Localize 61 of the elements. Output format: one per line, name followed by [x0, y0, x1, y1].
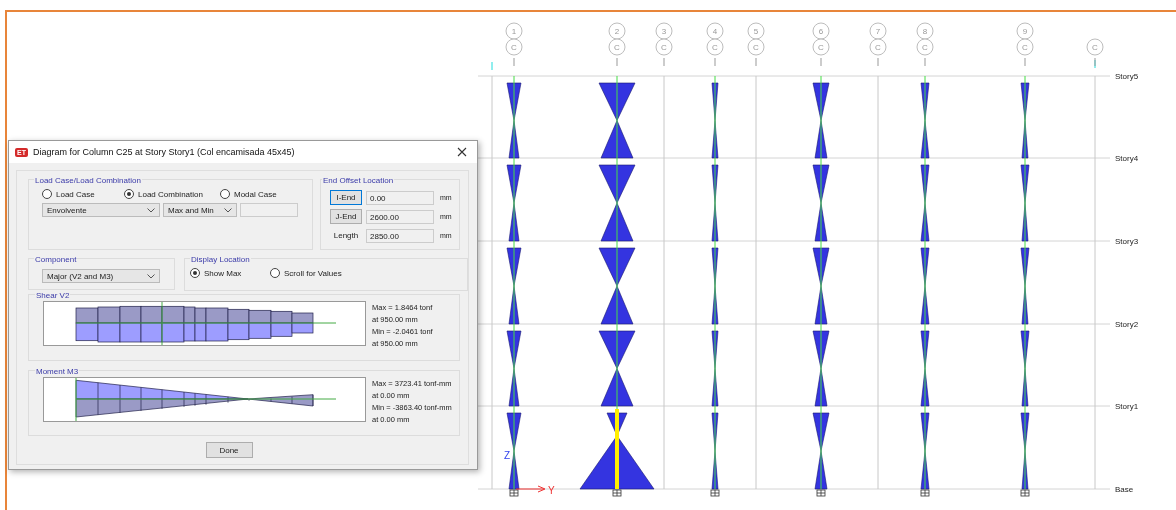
caret-icon [147, 273, 155, 279]
story-label: Story5 [1115, 72, 1139, 81]
story-label: Story4 [1115, 154, 1139, 163]
group-title: End Offset Location [322, 176, 395, 185]
close-icon[interactable] [457, 147, 467, 157]
story-label: Base [1115, 485, 1134, 494]
support-icon [612, 489, 622, 497]
radio-option[interactable]: Load Combination [124, 189, 220, 199]
grid-bubble: C [869, 38, 887, 56]
story-label: Story2 [1115, 320, 1139, 329]
grid-bubble: C [608, 38, 626, 56]
input-field[interactable]: 2850.00 [366, 228, 434, 243]
group-title: Shear V2 [35, 291, 71, 300]
input-field[interactable]: 2600.00 [366, 209, 434, 224]
radio-option[interactable]: Show Max [190, 268, 270, 278]
axis-label: Y [548, 485, 555, 496]
end-button[interactable]: J-End [330, 209, 362, 224]
story-label: Story1 [1115, 402, 1139, 411]
support-icon [710, 489, 720, 497]
group-title: Component [34, 255, 78, 264]
grid-bubble: 4 [706, 22, 724, 40]
caret-icon [224, 207, 232, 213]
grid-bubble: 3 [655, 22, 673, 40]
axis-label: Z [504, 450, 511, 461]
grid-bubble: C [812, 38, 830, 56]
radio-option[interactable]: Modal Case [220, 189, 277, 199]
combination-dropdown[interactable]: Envolvente [42, 203, 160, 217]
grid-bubble: C [1016, 38, 1034, 56]
window-title: Diagram for Column C25 at Story Story1 (Col encamisada 45x45) [32, 147, 296, 157]
input-field[interactable] [240, 203, 298, 217]
group-title: Load Case/Load Combination [34, 176, 142, 185]
axis-arrow [515, 485, 546, 493]
input-field[interactable]: 0.00 [366, 190, 434, 205]
grid-bubble: C [505, 38, 523, 56]
grid-bubble: C [1086, 38, 1104, 56]
story-label: Story3 [1115, 237, 1139, 246]
grid-bubble: 1 [505, 22, 523, 40]
grid-bubble: C [655, 38, 673, 56]
support-icon [509, 489, 519, 497]
done-button[interactable]: Done [205, 442, 253, 458]
support-icon [1020, 489, 1030, 497]
mode-dropdown[interactable]: Max and Min [163, 203, 237, 217]
end-button[interactable]: I-End [330, 190, 362, 205]
support-icon [816, 489, 826, 497]
grid-bubble: C [916, 38, 934, 56]
group-title: Display Location [190, 255, 251, 264]
support-icon [920, 489, 930, 497]
radio-option[interactable]: Load Case [42, 189, 124, 199]
grid-bubble: 6 [812, 22, 830, 40]
caret-icon [147, 207, 155, 213]
grid-bubble: 9 [1016, 22, 1034, 40]
component-dropdown[interactable]: Major (V2 and M3) [42, 269, 160, 283]
grid-bubble: C [706, 38, 724, 56]
grid-bubble: C [747, 38, 765, 56]
grid-bubble: 8 [916, 22, 934, 40]
radio-option[interactable]: Scroll for Values [270, 268, 342, 278]
field-label: Length [332, 231, 360, 240]
grid-bubble: 7 [869, 22, 887, 40]
grid-bubble: 2 [608, 22, 626, 40]
group-title: Moment M3 [35, 367, 80, 376]
grid-bubble: 5 [747, 22, 765, 40]
